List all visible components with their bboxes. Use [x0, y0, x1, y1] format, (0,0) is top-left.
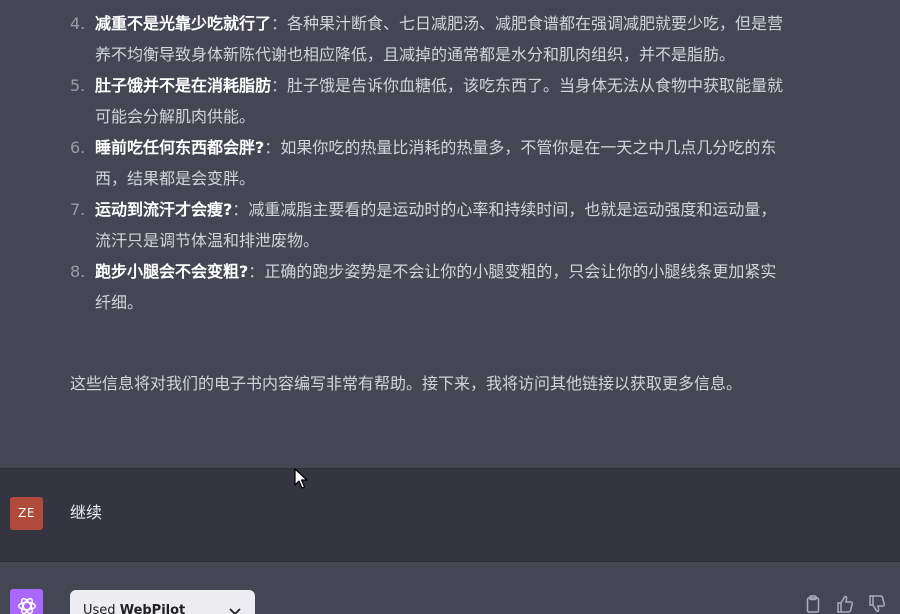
- item-title: 肚子饿并不是在消耗脂肪: [95, 76, 272, 95]
- list-number: 5.: [70, 76, 86, 95]
- list-number: 7.: [70, 200, 86, 219]
- item-title: 睡前吃任何东西都会胖?: [95, 138, 265, 157]
- assistant-response: Used WebPilot: [0, 562, 900, 614]
- item-title: 减重不是光靠少吃就行了: [95, 14, 272, 33]
- openai-logo-icon: [10, 589, 43, 614]
- list-item: 8. 跑步小腿会不会变粗?：正确的跑步姿势是不会让你的小腿变粗的，只会让你的小腿…: [70, 256, 790, 318]
- user-avatar: ZE: [10, 497, 43, 530]
- mouse-cursor-icon: [294, 468, 308, 490]
- list-item: 4. 减重不是光靠少吃就行了：各种果汁断食、七日减肥汤、减肥食谱都在强调减肥就要…: [70, 8, 790, 70]
- list-number: 4.: [70, 14, 86, 33]
- item-title: 运动到流汗才会瘦?: [95, 200, 233, 219]
- item-separator: ：: [264, 138, 281, 157]
- item-separator: ：: [271, 76, 288, 95]
- assistant-message: 4. 减重不是光靠少吃就行了：各种果汁断食、七日减肥汤、减肥食谱都在强调减肥就要…: [0, 0, 900, 468]
- plugin-prefix: Used: [83, 603, 116, 614]
- myth-list: 4. 减重不是光靠少吃就行了：各种果汁断食、七日减肥汤、减肥食谱都在强调减肥就要…: [70, 8, 790, 318]
- thumbs-up-icon[interactable]: [836, 595, 854, 613]
- item-separator: ：: [232, 200, 249, 219]
- user-message-text: 继续: [70, 503, 103, 522]
- user-message: ZE 继续: [0, 468, 900, 562]
- list-item: 6. 睡前吃任何东西都会胖?：如果你吃的热量比消耗的热量多，不管你是在一天之中几…: [70, 132, 790, 194]
- item-title: 跑步小腿会不会变粗?: [95, 262, 249, 281]
- plugin-used-button[interactable]: Used WebPilot: [70, 590, 255, 614]
- thumbs-down-icon[interactable]: [868, 595, 886, 613]
- item-separator: ：: [248, 262, 265, 281]
- clipboard-icon[interactable]: [804, 595, 822, 613]
- list-number: 8.: [70, 262, 86, 281]
- message-actions: [804, 595, 886, 613]
- list-item: 5. 肚子饿并不是在消耗脂肪：肚子饿是告诉你血糖低，该吃东西了。当身体无法从食物…: [70, 70, 790, 132]
- plugin-name: WebPilot: [119, 603, 186, 614]
- list-item: 7. 运动到流汗才会瘦?：减重减脂主要看的是运动时的心率和持续时间，也就是运动强…: [70, 194, 790, 256]
- item-separator: ：: [271, 14, 288, 33]
- summary-text: 这些信息将对我们的电子书内容编写非常有帮助。接下来，我将访问其他链接以获取更多信…: [70, 374, 743, 393]
- chevron-down-icon: [229, 605, 241, 614]
- chat-page: 4. 减重不是光靠少吃就行了：各种果汁断食、七日减肥汤、减肥食谱都在强调减肥就要…: [0, 0, 900, 614]
- list-number: 6.: [70, 138, 86, 157]
